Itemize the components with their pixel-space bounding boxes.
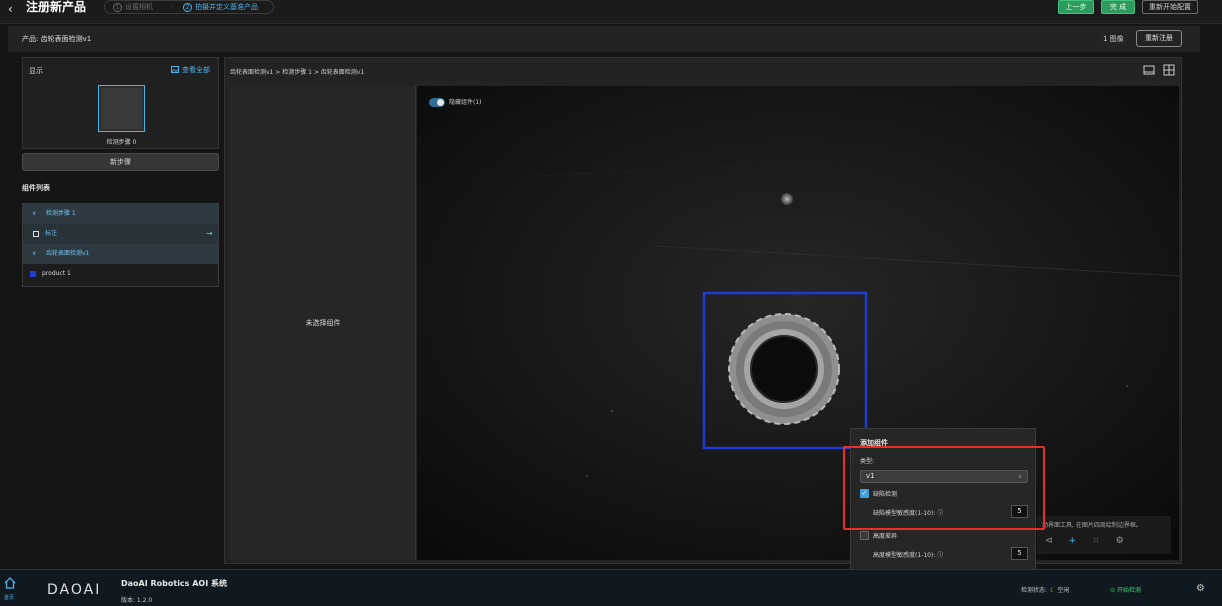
app-name: DaoAI Robotics AOI 系统 (121, 579, 227, 588)
daoai-logo: DAOAI (47, 582, 101, 596)
square-icon (33, 231, 39, 237)
app-window: ‹ 注册新产品 1 设置相机 › 2 拍摄并定义基准产品 上一步 完 成 重新开始配… (0, 0, 1222, 606)
component-detail-pane: 未选择组件 (230, 86, 416, 560)
arrow-right-icon[interactable]: → (206, 224, 213, 244)
product-bar: 产品: 齿轮表面检测v1 1 图像 重新注册 (8, 26, 1200, 52)
similarity-input[interactable]: 5 (1011, 547, 1028, 560)
reregister-button[interactable]: 重新注册 (1136, 30, 1182, 47)
anomaly-checkbox[interactable] (860, 531, 869, 540)
toggle-switch[interactable] (429, 98, 445, 107)
chevron-down-icon[interactable]: ∨ (32, 244, 36, 264)
new-step-button[interactable]: 新步骤 (22, 153, 219, 171)
color-swatch (30, 271, 36, 277)
layout-switcher (1143, 64, 1177, 78)
anomaly-label: 高度差异 (873, 533, 898, 540)
finish-button[interactable]: 完 成 (1101, 0, 1135, 14)
moon-icon: ☾ (1050, 587, 1056, 594)
display-panel: 显示 查看全部 检测步骤 0 (22, 57, 219, 149)
tree-item-component[interactable]: ∨ 齿轮表面检测v1 (23, 244, 218, 264)
empty-state-text: 未选择组件 (305, 319, 341, 327)
footer-bar: 首页 DAOAI DaoAI Robotics AOI 系统 版本: 1.2.0… (0, 569, 1222, 606)
component-tree: ∨ 检测步骤 1 标注 → ∨ 齿轮表面检测v1 product 1 (22, 203, 219, 287)
single-view-icon[interactable] (1143, 64, 1155, 76)
home-icon (4, 577, 16, 589)
image-icon (171, 66, 179, 73)
plus-icon[interactable]: + (1069, 536, 1077, 546)
hint-text: 动界面工具, 在图片四周绘制边界框。 (1042, 522, 1142, 529)
chevron-down-icon[interactable]: ∨ (32, 204, 36, 224)
play-icon: ⊙ (1110, 587, 1116, 594)
hide-components-toggle[interactable]: 隐藏组件(1) (429, 98, 499, 108)
display-title: 显示 (29, 67, 43, 75)
info-icon: ⓘ (937, 552, 944, 559)
start-inspection-button[interactable]: ⊙ 开始检测 (1110, 585, 1141, 594)
similarity-label: 高度模型敏感度(1-10): ⓘ (873, 552, 944, 559)
tree-item-step[interactable]: ∨ 检测步骤 1 (23, 204, 218, 224)
drawing-hint: 动界面工具, 在图片四周绘制边界框。 ⊲ + ⁙ ⚙ (1037, 516, 1171, 554)
settings-icon[interactable]: ⚙ (1196, 583, 1205, 594)
image-canvas[interactable]: 隐藏组件(1) (417, 86, 1179, 560)
gear-object (728, 313, 840, 425)
page-title: 注册新产品 (26, 0, 87, 14)
version: 版本: 1.2.0 (121, 597, 153, 604)
top-bar: ‹ 注册新产品 1 设置相机 › 2 拍摄并定义基准产品 上一步 完 成 重新开始配… (0, 0, 1222, 24)
view-all-link[interactable]: 查看全部 (171, 65, 210, 75)
tree-item-product[interactable]: product 1 (23, 264, 218, 284)
settings-icon[interactable]: ⚙ (1116, 536, 1124, 546)
prev-step-button[interactable]: 上一步 (1058, 0, 1094, 14)
status-indicator: 检测状态: ☾ 空闲 (1021, 587, 1070, 594)
image-speck (781, 193, 793, 205)
stepper: 1 设置相机 › 2 拍摄并定义基准产品 (104, 0, 274, 14)
pointer-icon[interactable]: ⊲ (1045, 536, 1053, 546)
fit-icon[interactable]: ⁙ (1092, 536, 1100, 546)
product-name: 产品: 齿轮表面检测v1 (22, 35, 92, 43)
highlight-frame (843, 446, 1045, 530)
thumbnail-label: 检测步骤 0 (106, 139, 137, 146)
tree-item-annotation[interactable]: 标注 → (23, 224, 218, 244)
toggle-label: 隐藏组件(1) (449, 99, 482, 106)
breadcrumb: 齿轮表面检测v1 > 检测步骤 1 > 齿轮表面检测v1 (230, 69, 365, 76)
inspection-image (417, 86, 1179, 560)
step-1[interactable]: 1 设置相机 (113, 1, 153, 13)
svg-text:DAOAI: DAOAI (47, 582, 101, 596)
image-count: 1 图像 (1103, 35, 1124, 43)
drawing-tools: ⊲ + ⁙ ⚙ (1045, 536, 1140, 546)
component-list-title: 组件列表 (22, 184, 50, 192)
restart-config-button[interactable]: 重新开始配置 (1142, 0, 1198, 14)
step-thumbnail[interactable] (98, 85, 145, 132)
chevron-right-icon: › (171, 3, 174, 11)
grid-view-icon[interactable] (1163, 64, 1175, 76)
step-2[interactable]: 2 拍摄并定义基准产品 (183, 1, 258, 13)
home-button[interactable]: 首页 (0, 570, 20, 606)
chevron-left-icon[interactable]: ‹ (8, 2, 13, 16)
